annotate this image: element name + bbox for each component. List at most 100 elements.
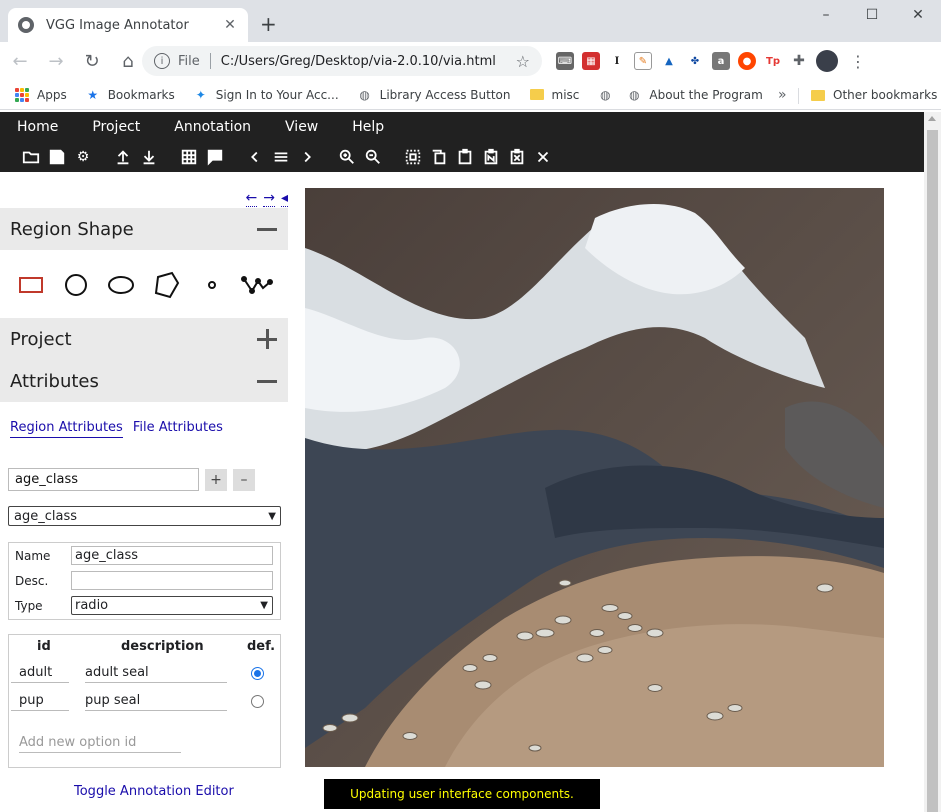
reload-button[interactable]: ↻ <box>76 45 108 77</box>
option-default-radio[interactable] <box>251 667 264 680</box>
back-button[interactable]: ← <box>4 45 36 77</box>
info-icon[interactable]: i <box>154 53 170 69</box>
home-button[interactable]: ⌂ <box>112 45 144 77</box>
extension-icon[interactable]: ✎ <box>634 52 652 70</box>
bookmark-bookmarks[interactable]: ★ Bookmarks <box>85 87 174 103</box>
add-option-input[interactable]: Add new option id <box>19 735 181 753</box>
attr-name-row: Name age_class <box>15 546 273 565</box>
rectangle-shape-button[interactable] <box>14 268 48 306</box>
browser-menu-icon[interactable]: ⋮ <box>850 52 866 71</box>
sidebar-shrink-button[interactable]: ← <box>245 190 258 207</box>
comment-icon[interactable] <box>202 146 228 168</box>
paste-icon[interactable] <box>452 146 478 168</box>
extension-icon[interactable]: ⌨ <box>556 52 574 70</box>
attr-type-select[interactable]: radio ▼ <box>71 596 273 615</box>
upload-icon[interactable] <box>110 146 136 168</box>
attribute-select[interactable]: age_class ▼ <box>8 506 281 526</box>
paste-delete-icon[interactable] <box>504 146 530 168</box>
extension-icon[interactable]: I <box>608 52 626 70</box>
image-canvas[interactable] <box>305 188 884 767</box>
remove-attribute-button[interactable]: – <box>233 468 255 491</box>
bookmark-globe[interactable]: ◍ <box>597 87 620 103</box>
extension-icon[interactable]: ● <box>738 52 756 70</box>
polyline-shape-button[interactable] <box>240 268 274 306</box>
minimize-button[interactable]: – <box>803 0 849 30</box>
column-header-description: description <box>121 639 204 654</box>
bookmark-library-access[interactable]: ◍ Library Access Button <box>357 87 510 103</box>
settings-gear-icon[interactable]: ⚙ <box>70 146 96 168</box>
menu-help[interactable]: Help <box>352 119 384 135</box>
tab-file-attributes[interactable]: File Attributes <box>133 420 223 438</box>
image-list-icon[interactable] <box>268 146 294 168</box>
sidebar-collapse-button[interactable]: ◂ <box>280 190 288 207</box>
close-tab-button[interactable]: ✕ <box>222 17 238 33</box>
delete-region-icon[interactable] <box>530 146 556 168</box>
other-bookmarks[interactable]: Other bookmarks <box>810 87 937 103</box>
open-folder-icon[interactable] <box>18 146 44 168</box>
extension-icon[interactable]: ▦ <box>582 52 600 70</box>
bookmark-misc[interactable]: misc <box>529 87 579 103</box>
browser-tab[interactable]: VGG Image Annotator ✕ <box>8 8 248 42</box>
bookmark-star-icon[interactable]: ☆ <box>516 52 530 71</box>
save-icon[interactable] <box>44 146 70 168</box>
extension-icon[interactable]: a <box>712 52 730 70</box>
project-header[interactable]: Project <box>0 318 288 360</box>
download-icon[interactable] <box>136 146 162 168</box>
zoom-out-icon[interactable] <box>360 146 386 168</box>
address-bar[interactable]: i File C:/Users/Greg/Desktop/via-2.0.10/… <box>142 46 542 76</box>
close-window-button[interactable]: ✕ <box>895 0 941 30</box>
circle-shape-button[interactable] <box>59 268 93 306</box>
grid-view-icon[interactable] <box>176 146 202 168</box>
point-shape-button[interactable] <box>195 268 229 306</box>
attr-desc-field[interactable] <box>71 571 273 590</box>
forward-button[interactable]: → <box>40 45 72 77</box>
menu-home[interactable]: Home <box>17 119 58 135</box>
next-image-icon[interactable] <box>294 146 320 168</box>
collapse-minus-icon[interactable] <box>256 370 278 392</box>
extension-icon[interactable]: ▲ <box>660 52 678 70</box>
copy-icon[interactable] <box>426 146 452 168</box>
sidebar-grow-button[interactable]: → <box>263 190 275 207</box>
new-tab-button[interactable]: + <box>260 12 277 36</box>
option-id-field[interactable]: adult <box>11 665 69 683</box>
profile-avatar[interactable] <box>816 50 838 72</box>
scroll-up-icon[interactable] <box>928 116 936 121</box>
menu-project[interactable]: Project <box>92 119 140 135</box>
ellipse-shape-button[interactable] <box>104 268 138 306</box>
scrollbar-thumb[interactable] <box>927 130 938 812</box>
extension-icon[interactable]: ✤ <box>686 52 704 70</box>
option-description-field[interactable]: adult seal <box>85 665 227 683</box>
menu-view[interactable]: View <box>285 119 318 135</box>
polygon-shape-button[interactable] <box>150 268 184 306</box>
tab-region-attributes[interactable]: Region Attributes <box>10 420 123 438</box>
expand-plus-icon[interactable] <box>256 328 278 350</box>
globe-icon: ◍ <box>359 87 370 102</box>
region-shape-header[interactable]: Region Shape <box>0 208 288 250</box>
option-default-radio[interactable] <box>251 695 264 708</box>
bookmark-sign-in[interactable]: ✦ Sign In to Your Acc... <box>193 87 339 103</box>
page-scrollbar[interactable] <box>924 112 941 812</box>
bookmarks-overflow-button[interactable]: » <box>778 87 787 103</box>
maximize-button[interactable]: ☐ <box>849 0 895 30</box>
attr-name-field[interactable]: age_class <box>71 546 273 565</box>
extension-icon[interactable]: Tp <box>764 52 782 70</box>
attributes-header[interactable]: Attributes <box>0 360 288 402</box>
collapse-minus-icon[interactable] <box>256 218 278 240</box>
new-attribute-input[interactable]: age_class <box>8 468 199 491</box>
toggle-annotation-editor-link[interactable]: Toggle Annotation Editor <box>74 784 234 799</box>
menu-annotation[interactable]: Annotation <box>174 119 251 135</box>
zoom-in-icon[interactable] <box>334 146 360 168</box>
url-divider <box>209 53 211 69</box>
url-text[interactable]: C:/Users/Greg/Desktop/via-2.0.10/via.htm… <box>221 54 516 69</box>
prev-image-icon[interactable] <box>242 146 268 168</box>
bookmark-about-program[interactable]: ◍ About the Program <box>626 87 763 103</box>
bookmark-apps[interactable]: Apps <box>14 87 67 103</box>
paste-n-icon[interactable] <box>478 146 504 168</box>
puzzle-icon[interactable]: ✚ <box>790 52 808 70</box>
add-attribute-button[interactable]: + <box>205 468 227 491</box>
option-description-field[interactable]: pup seal <box>85 693 227 711</box>
select-all-icon[interactable] <box>400 146 426 168</box>
extensions-area: ⌨ ▦ I ✎ ▲ ✤ a ● Tp ✚ ⋮ <box>556 50 866 72</box>
status-message: Updating user interface components. <box>324 779 600 809</box>
option-id-field[interactable]: pup <box>11 693 69 711</box>
